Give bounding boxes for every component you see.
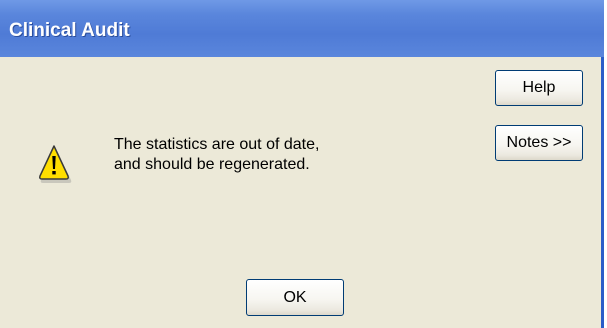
help-button-label: Help xyxy=(522,79,556,96)
help-button[interactable]: Help xyxy=(495,70,583,106)
title-bar[interactable]: Clinical Audit xyxy=(0,0,604,57)
dialog-title: Clinical Audit xyxy=(9,20,130,41)
message-line-2: and should be regenerated. xyxy=(114,156,310,173)
notes-button[interactable]: Notes >> xyxy=(495,125,583,161)
notes-button-label: Notes >> xyxy=(506,134,572,151)
message-text: The statistics are out of date, and shou… xyxy=(114,135,454,175)
warning-icon xyxy=(36,143,72,185)
message-line-1: The statistics are out of date, xyxy=(114,136,320,153)
ok-button-label: OK xyxy=(283,289,307,306)
dialog-window: Clinical Audit Help Notes >> The statist… xyxy=(0,0,604,328)
ok-button[interactable]: OK xyxy=(246,279,344,316)
